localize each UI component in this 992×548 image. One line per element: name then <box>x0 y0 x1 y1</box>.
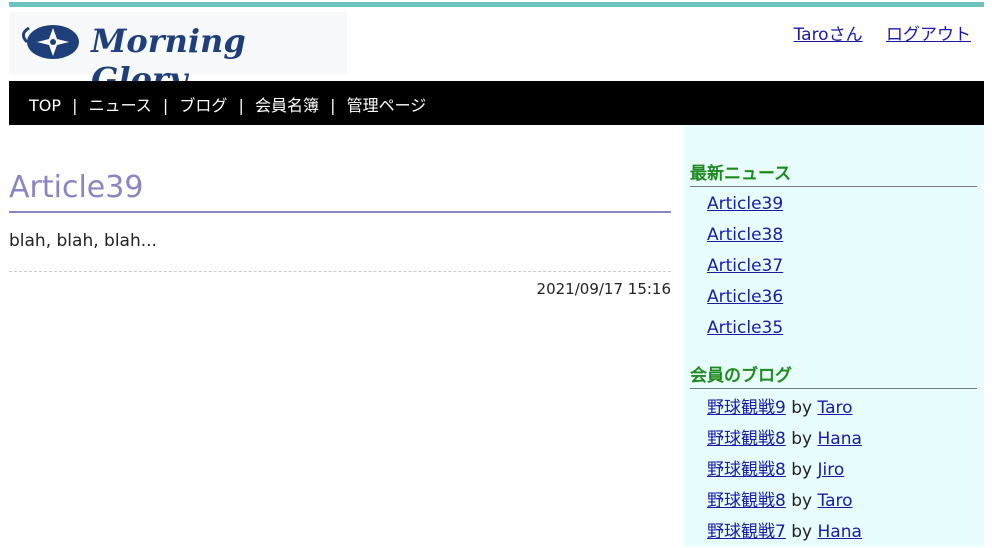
nav-separator: | <box>162 96 169 115</box>
list-item: Article36 <box>707 282 783 313</box>
logout-link[interactable]: ログアウト <box>886 25 971 45</box>
nav-item-admin[interactable]: 管理ページ <box>347 96 427 115</box>
nav-separator: | <box>238 96 244 115</box>
by-label: by <box>791 398 813 418</box>
news-link[interactable]: Article39 <box>707 194 783 214</box>
list-item: 野球観戦8 by Hana <box>707 424 862 455</box>
list-item: Article35 <box>707 313 783 344</box>
news-link[interactable]: Article38 <box>707 225 783 245</box>
nav-separator: | <box>72 96 78 115</box>
user-profile-link[interactable]: Taroさん <box>794 25 863 45</box>
blog-title-link[interactable]: 野球観戦8 <box>707 429 786 449</box>
list-item: Article38 <box>707 220 783 251</box>
list-item: Article37 <box>707 251 783 282</box>
blog-heading: 会員のブログ <box>690 361 977 389</box>
main-nav: TOP | ニュース | ブログ | 会員名簿 | 管理ページ <box>9 81 984 125</box>
blog-title-link[interactable]: 野球観戦9 <box>707 398 786 418</box>
list-item: Article39 <box>707 189 783 220</box>
by-label: by <box>791 429 813 449</box>
list-item: 野球観戦8 by Jiro <box>707 455 862 486</box>
blog-list: 野球観戦9 by Taro 野球観戦8 by Hana 野球観戦8 by Jir… <box>707 393 862 548</box>
nav-item-news[interactable]: ニュース <box>89 96 152 115</box>
article-footer: 2021/09/17 15:16 <box>9 271 671 298</box>
article-timestamp: 2021/09/17 15:16 <box>536 280 671 298</box>
list-item: 野球観戦8 by Taro <box>707 486 862 517</box>
site-logo[interactable]: Morning Glory <box>9 12 347 98</box>
list-item: 野球観戦9 by Taro <box>707 393 862 424</box>
blog-title-link[interactable]: 野球観戦8 <box>707 491 786 511</box>
by-label: by <box>791 522 813 542</box>
nav-item-members[interactable]: 会員名簿 <box>255 96 319 115</box>
article-main: Article39 blah, blah, blah... 2021/09/17… <box>9 170 671 298</box>
blog-title-link[interactable]: 野球観戦7 <box>707 522 786 542</box>
news-heading: 最新ニュース <box>690 159 977 187</box>
blog-author-link[interactable]: Taro <box>818 491 853 511</box>
by-label: by <box>791 460 813 480</box>
news-list: Article39 Article38 Article37 Article36 … <box>707 189 783 344</box>
top-accent-bar <box>9 2 984 7</box>
nav-item-blog[interactable]: ブログ <box>179 96 227 115</box>
article-title: Article39 <box>9 170 671 213</box>
news-link[interactable]: Article35 <box>707 318 783 338</box>
nav-separator: | <box>330 96 336 115</box>
blog-author-link[interactable]: Taro <box>818 398 853 418</box>
blog-title-link[interactable]: 野球観戦8 <box>707 460 786 480</box>
nav-item-top[interactable]: TOP <box>29 96 61 115</box>
news-link[interactable]: Article36 <box>707 287 783 307</box>
by-label: by <box>791 491 813 511</box>
news-link[interactable]: Article37 <box>707 256 783 276</box>
list-item: 野球観戦7 by Hana <box>707 517 862 548</box>
blog-author-link[interactable]: Hana <box>818 429 862 449</box>
blog-author-link[interactable]: Hana <box>818 522 862 542</box>
sidebar: 最新ニュース Article39 Article38 Article37 Art… <box>684 125 984 546</box>
article-body: blah, blah, blah... <box>9 231 157 251</box>
user-links: Taroさん ログアウト <box>776 20 971 45</box>
blog-author-link[interactable]: Jiro <box>818 460 845 480</box>
